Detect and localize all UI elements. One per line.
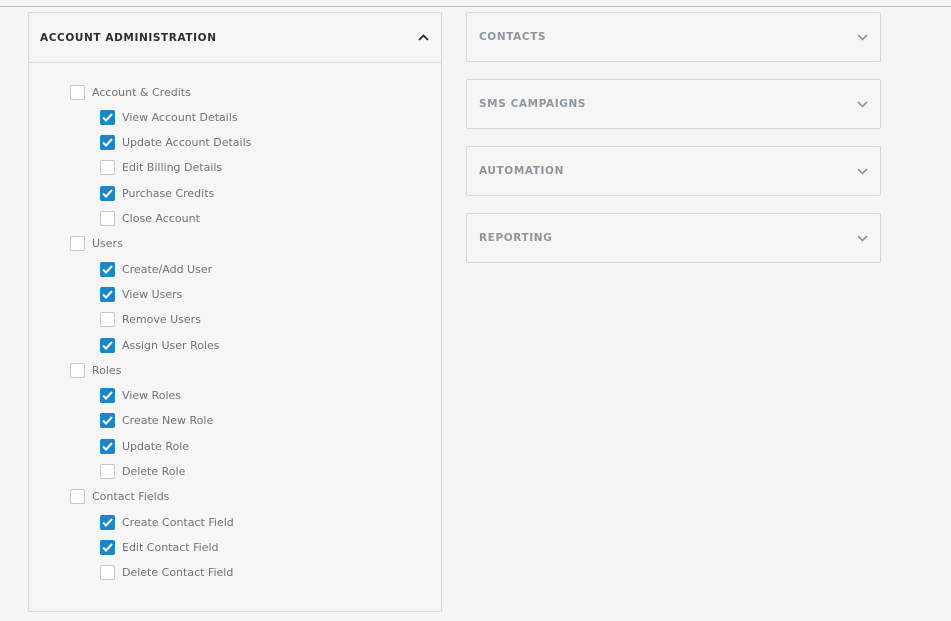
checkbox-unchecked[interactable]	[100, 464, 115, 479]
permission-item-create-new-role[interactable]: Create New Role	[100, 412, 213, 430]
checkbox-checked[interactable]	[100, 413, 115, 429]
automation-panel: AUTOMATION	[466, 146, 881, 196]
checkbox-unchecked[interactable]	[100, 160, 115, 176]
checkbox-unchecked[interactable]	[100, 312, 115, 328]
account-administration-panel: ACCOUNT ADMINISTRATION Account & Credits…	[28, 12, 442, 612]
checkmark-icon	[102, 264, 113, 274]
permission-label: Close Account	[122, 212, 200, 225]
permission-item-view-roles[interactable]: View Roles	[100, 387, 181, 405]
checkbox-unchecked[interactable]	[100, 211, 115, 226]
permission-group-users[interactable]: Users	[70, 235, 123, 253]
checkmark-icon	[102, 138, 113, 148]
permission-label: Users	[92, 237, 123, 251]
permission-label: Assign User Roles	[122, 338, 220, 352]
checkbox-unchecked[interactable]	[70, 236, 85, 252]
top-divider	[0, 6, 951, 7]
permission-label: Account & Credits	[92, 85, 191, 99]
automation-header[interactable]: AUTOMATION	[467, 147, 880, 195]
permission-label: Edit Billing Details	[122, 161, 223, 175]
checkmark-icon	[102, 290, 113, 299]
checkbox-checked[interactable]	[100, 109, 115, 125]
permission-item-edit-contact-field[interactable]: Edit Contact Field	[100, 538, 218, 556]
checkbox-unchecked[interactable]	[100, 565, 115, 581]
permission-label: Roles	[92, 363, 122, 377]
permission-label: View Roles	[122, 389, 182, 403]
permission-label: Remove Users	[122, 313, 201, 327]
permission-label: Delete Contact Field	[122, 566, 234, 580]
checkbox-checked[interactable]	[100, 388, 115, 404]
checkbox-checked[interactable]	[100, 286, 115, 302]
permission-item-create-add-user[interactable]: Create/Add User	[100, 260, 212, 278]
chevron-down-icon[interactable]	[857, 100, 868, 108]
permission-item-purchase-credits[interactable]: Purchase Credits	[100, 184, 214, 202]
permission-label: Create/Add User	[122, 262, 213, 276]
checkbox-checked[interactable]	[100, 438, 115, 454]
checkbox-checked[interactable]	[100, 135, 115, 151]
checkbox-checked[interactable]	[100, 337, 115, 353]
permission-label: Update Account Details	[122, 136, 252, 150]
permission-item-update-role[interactable]: Update Role	[100, 437, 189, 455]
permission-label: Delete Role	[122, 465, 186, 478]
panel-title: SMS CAMPAIGNS	[479, 98, 587, 110]
panel-title: CONTACTS	[479, 31, 547, 43]
permission-item-delete-contact-field[interactable]: Delete Contact Field	[100, 564, 233, 582]
chevron-down-icon[interactable]	[857, 33, 868, 41]
checkbox-unchecked[interactable]	[70, 489, 85, 505]
permission-item-create-contact-field[interactable]: Create Contact Field	[100, 513, 234, 531]
permission-item-view-account-details[interactable]: View Account Details	[100, 108, 238, 126]
checkmark-icon	[102, 416, 113, 426]
sms-campaigns-panel: SMS CAMPAIGNS	[466, 79, 881, 129]
panel-title: AUTOMATION	[479, 165, 564, 177]
chevron-up-icon[interactable]	[418, 34, 429, 41]
checkbox-checked[interactable]	[100, 185, 115, 201]
permission-label: Create Contact Field	[122, 515, 234, 529]
chevron-down-icon[interactable]	[857, 167, 868, 175]
checkbox-unchecked[interactable]	[70, 362, 85, 378]
permission-group-contact-fields[interactable]: Contact Fields	[70, 488, 169, 506]
contacts-header[interactable]: CONTACTS	[467, 13, 880, 61]
permission-item-view-users[interactable]: View Users	[100, 285, 182, 303]
permission-item-remove-users[interactable]: Remove Users	[100, 311, 201, 329]
permission-group-roles[interactable]: Roles	[70, 361, 121, 379]
permission-item-edit-billing-details[interactable]: Edit Billing Details	[100, 159, 222, 177]
permission-label: Edit Contact Field	[122, 540, 219, 554]
panel-title: REPORTING	[479, 232, 553, 244]
checkbox-checked[interactable]	[100, 261, 115, 277]
permission-item-assign-user-roles[interactable]: Assign User Roles	[100, 336, 220, 354]
contacts-panel: CONTACTS	[466, 12, 881, 62]
checkbox-unchecked[interactable]	[70, 84, 85, 100]
chevron-down-icon[interactable]	[857, 234, 868, 242]
permission-label: Contact Fields	[92, 490, 170, 504]
checkmark-icon	[102, 113, 113, 122]
checkmark-icon	[102, 517, 113, 527]
checkmark-icon	[102, 340, 113, 350]
permission-label: View Account Details	[122, 110, 238, 124]
permission-label: Update Role	[122, 439, 190, 453]
permission-item-delete-role[interactable]: Delete Role	[100, 463, 185, 481]
checkbox-checked[interactable]	[100, 514, 115, 530]
account-administration-header[interactable]: ACCOUNT ADMINISTRATION	[29, 13, 441, 63]
sms-campaigns-header[interactable]: SMS CAMPAIGNS	[467, 80, 880, 128]
checkmark-icon	[102, 189, 113, 198]
checkbox-checked[interactable]	[100, 539, 115, 555]
permission-item-update-account-details[interactable]: Update Account Details	[100, 134, 251, 152]
reporting-panel: REPORTING	[466, 213, 881, 263]
checkmark-icon	[102, 543, 113, 552]
reporting-header[interactable]: REPORTING	[467, 214, 880, 262]
checkmark-icon	[102, 391, 113, 401]
checkmark-icon	[102, 442, 113, 451]
panel-title: ACCOUNT ADMINISTRATION	[40, 31, 217, 44]
permission-item-close-account[interactable]: Close Account	[100, 210, 200, 228]
permission-label: View Users	[122, 287, 183, 301]
permission-label: Create New Role	[122, 414, 214, 428]
permission-label: Purchase Credits	[122, 186, 215, 200]
permission-group-account-credits[interactable]: Account & Credits	[70, 83, 191, 101]
